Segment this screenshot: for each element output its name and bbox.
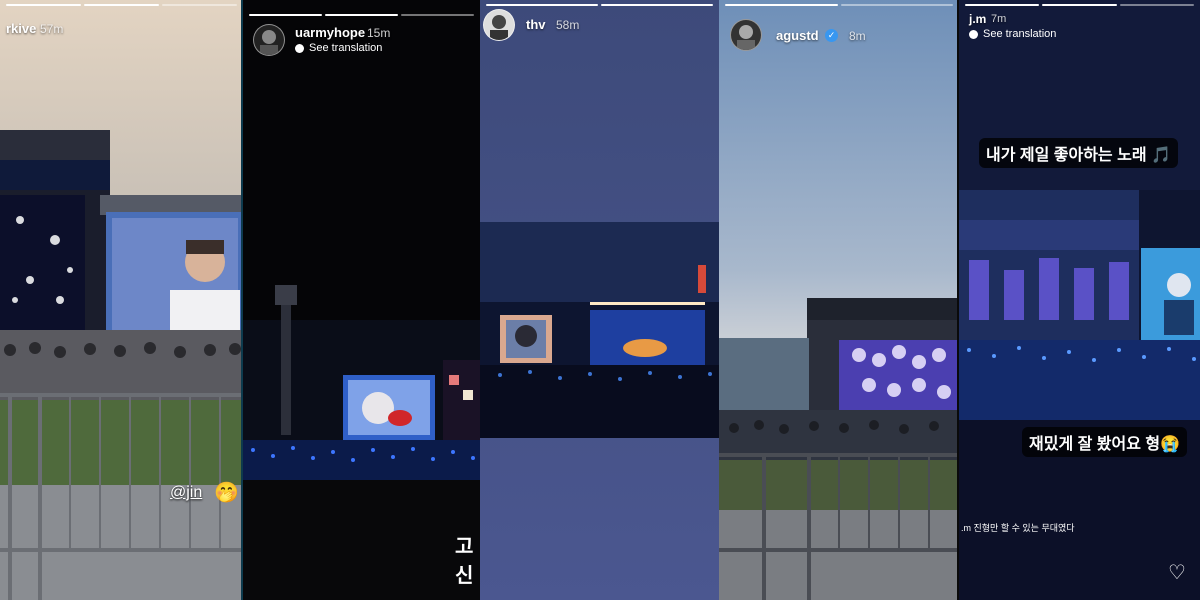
caption-text: 고신 (455, 536, 474, 587)
translation-icon (295, 43, 304, 53)
username[interactable]: agustd (776, 28, 819, 43)
see-translation-button[interactable]: See translation (969, 28, 1056, 40)
username[interactable]: j.m (969, 12, 986, 26)
username[interactable]: thv (526, 17, 546, 32)
story-progress (725, 4, 953, 6)
story-photo-jm (959, 0, 1200, 600)
see-translation-button[interactable]: See translation (295, 42, 382, 54)
story-panel-thv[interactable]: thv 58m (480, 0, 719, 600)
story-photo-agustd (719, 0, 959, 600)
story-panel-rkive[interactable]: rkive 57m @jin 🤭 (0, 0, 243, 600)
emoji-sticker: 🤭 (214, 482, 239, 504)
heart-icon[interactable]: ♡ (1168, 563, 1186, 583)
post-time: 8m (849, 29, 866, 43)
story-panel-uarmyhope[interactable]: uarmyhope 15m See translation 고신 (243, 0, 480, 600)
post-time: 15m (367, 26, 391, 40)
username[interactable]: uarmyhope (295, 25, 365, 40)
story-panel-agustd[interactable]: agustd ✓ 8m (719, 0, 959, 600)
text-sticker-top: 내가 제일 좋아하는 노래 🎵 (979, 138, 1178, 168)
verified-badge-icon: ✓ (825, 29, 838, 42)
avatar[interactable] (730, 19, 762, 51)
mention-sticker[interactable]: @jin (170, 484, 202, 502)
post-time: 58m (556, 18, 580, 32)
story-progress (6, 4, 237, 6)
avatar[interactable] (483, 9, 515, 41)
caption-text: .m 진형만 할 수 있는 무대였다 (961, 523, 1075, 533)
post-time: 57m (40, 22, 64, 36)
story-photo-uarmyhope (243, 0, 480, 600)
translation-icon (969, 29, 978, 39)
text-sticker-bottom: 재밌게 잘 봤어요 형😭 (1022, 427, 1188, 457)
story-progress (249, 14, 474, 16)
story-photo-thv (480, 0, 719, 600)
story-photo-rkive (0, 0, 243, 600)
post-time: 7m (991, 13, 1007, 25)
username[interactable]: rkive (6, 21, 36, 36)
avatar[interactable] (253, 24, 285, 56)
story-progress (486, 4, 713, 6)
story-panel-jm[interactable]: j.m 7m See translation 내가 제일 좋아하는 노래 🎵 재… (959, 0, 1200, 600)
story-progress (965, 4, 1194, 6)
